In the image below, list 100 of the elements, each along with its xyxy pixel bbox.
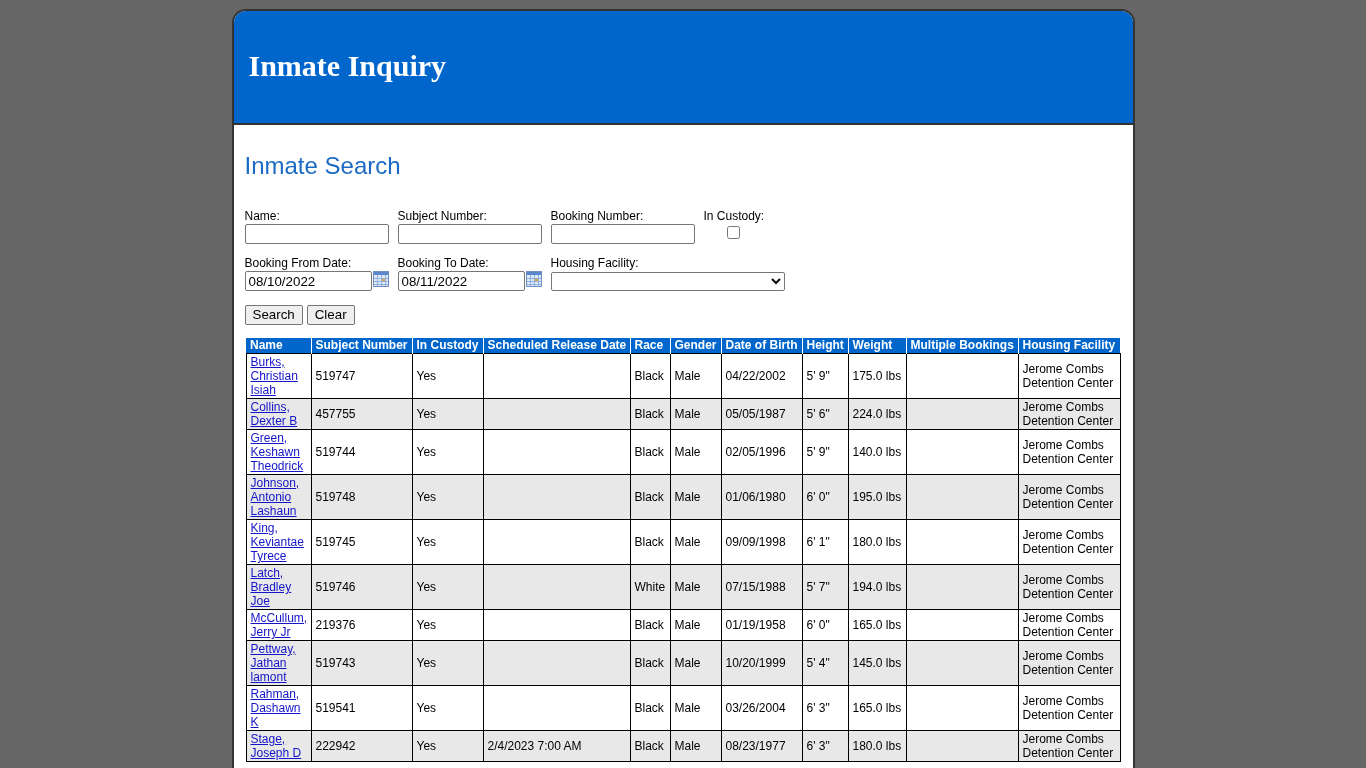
field-label: Booking From Date: bbox=[244, 256, 352, 270]
table-cell: 6' 3" bbox=[802, 730, 848, 762]
field-label: In Custody: bbox=[703, 209, 765, 223]
column-header: Name bbox=[246, 338, 311, 354]
table-cell: 6' 1" bbox=[802, 519, 848, 565]
table-cell: Yes bbox=[412, 640, 483, 686]
table-cell: Male bbox=[670, 730, 721, 762]
table-cell: Male bbox=[670, 609, 721, 641]
table-cell: 519743 bbox=[311, 640, 412, 686]
date-field[interactable]: 08/10/2022 bbox=[244, 271, 372, 291]
table-cell: 222942 bbox=[311, 730, 412, 762]
table-cell: Black bbox=[630, 640, 670, 686]
table-cell: 219376 bbox=[311, 609, 412, 641]
field-label: Subject Number: bbox=[397, 209, 487, 223]
table-cell: Black bbox=[630, 730, 670, 762]
table-cell: 519746 bbox=[311, 564, 412, 610]
table-cell: 09/09/1998 bbox=[721, 519, 802, 565]
column-header: Subject Number bbox=[311, 338, 412, 354]
table-cell: 457755 bbox=[311, 398, 412, 430]
field-label: Name: bbox=[244, 209, 280, 223]
table-cell: 165.0 lbs bbox=[848, 609, 906, 641]
table-cell: 6' 0" bbox=[802, 609, 848, 641]
input-field[interactable] bbox=[550, 224, 695, 244]
table-cell: 5' 9" bbox=[802, 429, 848, 475]
table-cell: 01/19/1958 bbox=[721, 609, 802, 641]
table-cell: Black bbox=[630, 609, 670, 641]
table-cell: 08/23/1977 bbox=[721, 730, 802, 762]
column-header: Scheduled Release Date bbox=[483, 338, 630, 354]
field-label: Booking Number: bbox=[550, 209, 644, 223]
table-cell: 5' 6" bbox=[802, 398, 848, 430]
section-heading: Inmate Search bbox=[244, 152, 401, 180]
select-field[interactable] bbox=[550, 272, 785, 291]
table-cell: Jerome Combs Detention Center bbox=[1018, 474, 1120, 520]
table-cell: 6' 0" bbox=[802, 474, 848, 520]
table-cell: 5' 7" bbox=[802, 564, 848, 610]
table-cell: Jerome Combs Detention Center bbox=[1018, 730, 1120, 762]
table-cell: 195.0 lbs bbox=[848, 474, 906, 520]
table-cell: Black bbox=[630, 474, 670, 520]
table-cell: Black bbox=[630, 398, 670, 430]
table-cell: 519748 bbox=[311, 474, 412, 520]
table-cell: 140.0 lbs bbox=[848, 429, 906, 475]
table-cell: 519745 bbox=[311, 519, 412, 565]
table-cell: Male bbox=[670, 519, 721, 565]
date-field[interactable]: 08/11/2022 bbox=[397, 271, 525, 291]
table-cell: Black bbox=[630, 353, 670, 399]
table-cell: Jerome Combs Detention Center bbox=[1018, 519, 1120, 565]
input-field[interactable] bbox=[244, 224, 389, 244]
table-cell: Male bbox=[670, 685, 721, 731]
table-cell: Male bbox=[670, 640, 721, 686]
clear-button[interactable]: Clear bbox=[306, 305, 355, 325]
table-cell: 03/26/2004 bbox=[721, 685, 802, 731]
table-cell: 02/05/1996 bbox=[721, 429, 802, 475]
table-cell: 5' 4" bbox=[802, 640, 848, 686]
table-cell: Jerome Combs Detention Center bbox=[1018, 685, 1120, 731]
column-header: Weight bbox=[848, 338, 906, 354]
page-title: Inmate Inquiry bbox=[248, 49, 447, 83]
table-cell: 519541 bbox=[311, 685, 412, 731]
table-cell: 5' 9" bbox=[802, 353, 848, 399]
column-header: Housing Facility bbox=[1018, 338, 1120, 354]
table-cell: 10/20/1999 bbox=[721, 640, 802, 686]
column-header: Height bbox=[802, 338, 848, 354]
table-cell: Jerome Combs Detention Center bbox=[1018, 353, 1120, 399]
table-cell: Yes bbox=[412, 519, 483, 565]
table-cell: Jerome Combs Detention Center bbox=[1018, 609, 1120, 641]
table-cell: Yes bbox=[412, 474, 483, 520]
table-cell: 180.0 lbs bbox=[848, 519, 906, 565]
table-cell: Male bbox=[670, 429, 721, 475]
table-cell: Male bbox=[670, 564, 721, 610]
table-cell: 180.0 lbs bbox=[848, 730, 906, 762]
table-cell: Yes bbox=[412, 564, 483, 610]
table-cell: Male bbox=[670, 474, 721, 520]
table-cell: 175.0 lbs bbox=[848, 353, 906, 399]
search-button[interactable]: Search bbox=[244, 305, 303, 325]
input-field[interactable] bbox=[397, 224, 542, 244]
table-cell: 01/06/1980 bbox=[721, 474, 802, 520]
table-cell: Black bbox=[630, 685, 670, 731]
table-cell: White bbox=[630, 564, 670, 610]
table-cell: Yes bbox=[412, 353, 483, 399]
column-header: Gender bbox=[670, 338, 721, 354]
table-cell: 145.0 lbs bbox=[848, 640, 906, 686]
column-header: In Custody bbox=[412, 338, 483, 354]
calendar-icon[interactable] bbox=[372, 271, 389, 287]
table-cell: 04/22/2002 bbox=[721, 353, 802, 399]
field-label: Housing Facility: bbox=[550, 256, 639, 270]
table-cell: Black bbox=[630, 429, 670, 475]
table-cell: 6' 3" bbox=[802, 685, 848, 731]
calendar-icon[interactable] bbox=[525, 271, 542, 287]
table-cell: Yes bbox=[412, 685, 483, 731]
table-cell: Male bbox=[670, 353, 721, 399]
table-cell: 165.0 lbs bbox=[848, 685, 906, 731]
table-cell: Yes bbox=[412, 429, 483, 475]
table-cell: Yes bbox=[412, 398, 483, 430]
table-cell: 07/15/1988 bbox=[721, 564, 802, 610]
table-cell: 2/4/2023 7:00 AM bbox=[483, 730, 630, 762]
table-cell: Jerome Combs Detention Center bbox=[1018, 640, 1120, 686]
column-header: Date of Birth bbox=[721, 338, 802, 354]
table-cell: 05/05/1987 bbox=[721, 398, 802, 430]
checkbox[interactable] bbox=[727, 226, 741, 239]
table-cell: 224.0 lbs bbox=[848, 398, 906, 430]
table-cell: Yes bbox=[412, 730, 483, 762]
